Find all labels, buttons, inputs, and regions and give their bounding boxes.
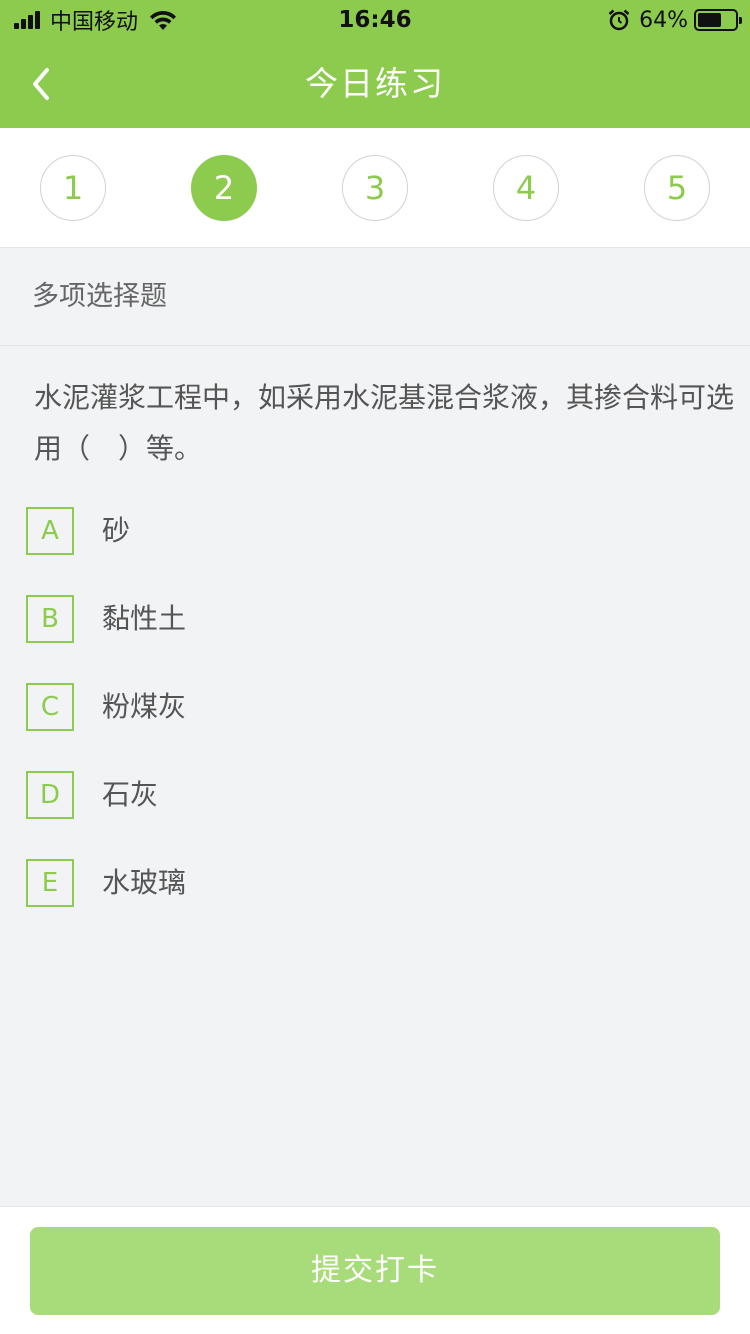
nav-bar: 今日练习 <box>0 40 750 128</box>
option-letter: E <box>26 859 74 907</box>
option-e[interactable]: E 水玻璃 <box>26 859 716 909</box>
question-number-strip: 1 2 3 4 5 <box>0 128 750 248</box>
question-number-2[interactable]: 2 <box>191 155 257 221</box>
status-right: 64% <box>607 6 742 34</box>
page-title: 今日练习 <box>305 64 445 103</box>
option-letter: B <box>26 595 74 643</box>
question-number-5[interactable]: 5 <box>644 155 710 221</box>
question-number-3[interactable]: 3 <box>342 155 408 221</box>
question-number-1[interactable]: 1 <box>40 155 106 221</box>
battery-fill <box>698 13 721 27</box>
battery-icon <box>694 9 742 31</box>
submit-checkin-button[interactable]: 提交打卡 <box>30 1227 720 1315</box>
option-letter: D <box>26 771 74 819</box>
option-letter: C <box>26 683 74 731</box>
status-bar: 中国移动 16:46 64% <box>0 0 750 40</box>
option-text: 石灰 <box>102 778 159 811</box>
option-text: 砂 <box>102 514 131 547</box>
question-text: 水泥灌浆工程中，如采用水泥基混合浆液，其掺合料可选用（ ）等。 <box>34 381 735 465</box>
option-text: 粉煤灰 <box>102 690 187 723</box>
bottom-bar: 提交打卡 <box>0 1206 750 1334</box>
battery-percent: 64% <box>639 7 688 33</box>
option-text: 黏性土 <box>102 602 187 635</box>
question-number-4[interactable]: 4 <box>493 155 559 221</box>
option-b[interactable]: B 黏性土 <box>26 595 716 645</box>
option-letter: A <box>26 507 74 555</box>
battery-tip <box>739 17 742 24</box>
question-type-label: 多项选择题 <box>32 281 167 312</box>
app-root: 中国移动 16:46 64% 今日练习 1 2 3 4 5 多项选择题 水泥灌浆… <box>0 0 750 1334</box>
option-d[interactable]: D 石灰 <box>26 771 716 821</box>
alarm-icon <box>608 9 630 31</box>
option-a[interactable]: A 砂 <box>26 507 716 557</box>
option-c[interactable]: C 粉煤灰 <box>26 683 716 733</box>
option-text: 水玻璃 <box>102 866 187 899</box>
question-type-header: 多项选择题 <box>0 248 750 346</box>
